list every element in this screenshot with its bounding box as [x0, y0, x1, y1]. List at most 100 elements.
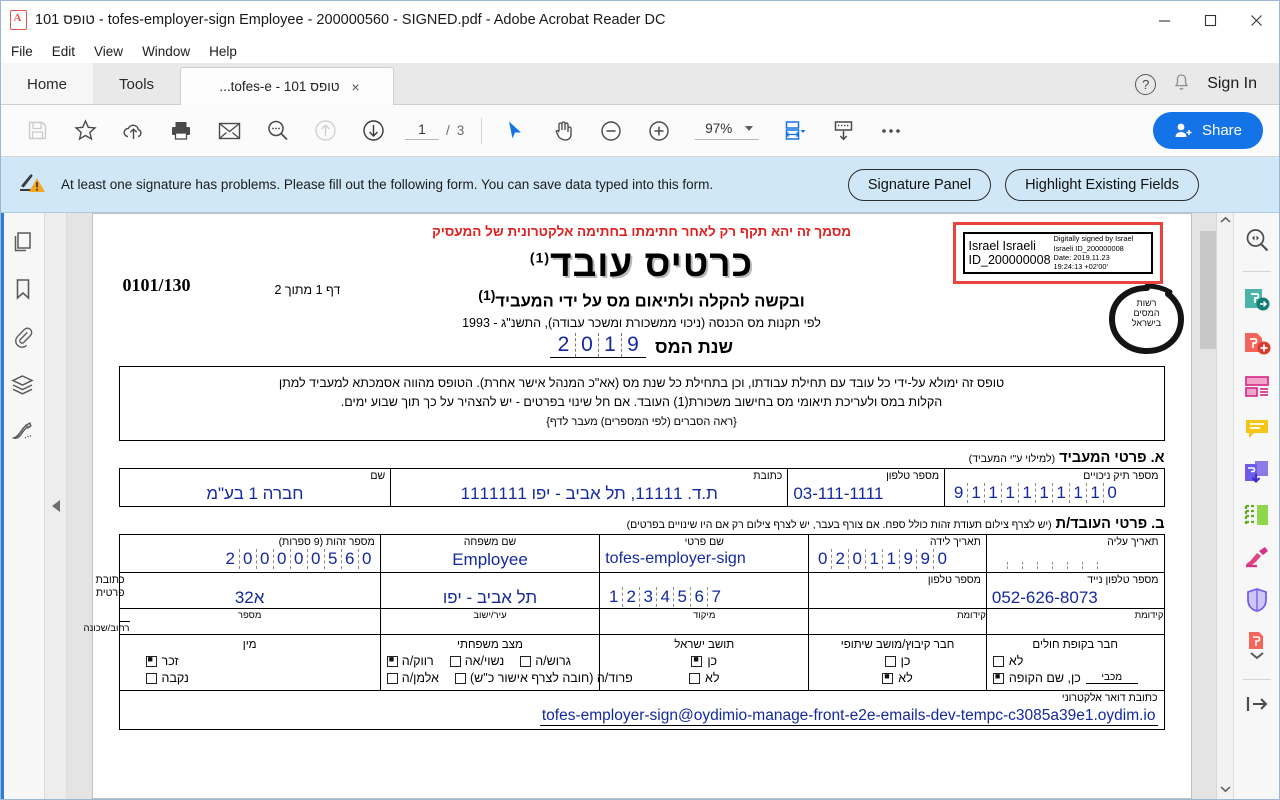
marital-checkbox-widowed[interactable] — [386, 672, 398, 684]
next-page-arrow-icon[interactable] — [351, 110, 395, 152]
organize-pages-icon[interactable] — [1243, 503, 1271, 530]
search-icon[interactable] — [255, 110, 299, 152]
menu-item-view[interactable]: View — [94, 44, 123, 59]
resident-checkbox-yes[interactable] — [691, 654, 703, 667]
marital-option-married[interactable]: נשוי/אה — [449, 654, 504, 668]
help-icon[interactable]: ? — [1135, 73, 1157, 95]
tab-home[interactable]: Home — [1, 63, 94, 105]
kibbutz-checkbox-no[interactable] — [882, 671, 894, 684]
digital-signature-stamp[interactable]: Israel Israeli ID_200000008 Digitally si… — [952, 222, 1163, 284]
pdf-scroll-area[interactable]: מסמך זה יהא תקף רק לאחר חתימתו בחתימה אל… — [67, 213, 1216, 799]
gender-checkbox-male[interactable] — [145, 654, 157, 667]
save-file-icon[interactable] — [15, 110, 59, 152]
scrollbar-thumb[interactable] — [1200, 231, 1216, 349]
employer-deduction-file-cell[interactable]: מספר תיק ניכויים 9 1 1 1 1 1 1 1 1 0 — [944, 468, 1165, 507]
menu-bar: File Edit View Window Help — [1, 39, 1279, 63]
page-thumbnails-icon[interactable] — [12, 231, 34, 256]
scroll-mode-icon[interactable] — [821, 110, 865, 152]
search-compare-icon[interactable] — [1244, 227, 1270, 256]
upload-to-cloud-icon[interactable] — [111, 110, 155, 152]
employee-firstname-cell[interactable]: שם פרטי tofes-employer-sign — [599, 533, 810, 573]
marital-checkbox-single[interactable] — [386, 654, 398, 667]
employee-house-number-cell[interactable]: א32 מספר — [118, 571, 381, 636]
employee-birth-date-cell[interactable]: תאריך לידה 0 2 0 1 1 9 9 0 — [808, 533, 987, 573]
notification-bell-icon[interactable] — [1173, 73, 1190, 95]
employee-zip-cell[interactable]: 1 2 3 4 5 6 7 מיקוד — [599, 571, 810, 636]
health-fund-name-value[interactable]: מכבי — [1085, 672, 1138, 685]
email-icon[interactable] — [207, 110, 251, 152]
share-button[interactable]: Share — [1152, 112, 1263, 149]
health-fund-cell[interactable]: חבר בקופת חולים לא מכבי כן, שם הקופה — [985, 634, 1165, 692]
employee-aliya-date-cell[interactable]: תאריך עליה — [985, 533, 1165, 573]
zoom-level-select[interactable]: 97% — [695, 121, 760, 140]
combine-files-icon[interactable] — [1243, 459, 1271, 488]
employee-lastname-cell[interactable]: שם משפחה Employee — [379, 533, 601, 573]
print-icon[interactable] — [159, 110, 203, 152]
fit-page-icon[interactable] — [773, 110, 817, 152]
menu-item-edit[interactable]: Edit — [52, 44, 75, 59]
kibbutz-cell[interactable]: חבר קיבוץ/מושב שיתופי כן לא — [808, 634, 987, 692]
health-fund-checkbox-yes[interactable] — [992, 671, 1004, 684]
employee-mobile-cell[interactable]: מספר טלפון נייד 052-626-8073 קידומת — [985, 571, 1165, 636]
attachments-paperclip-icon[interactable] — [12, 326, 34, 352]
marital-option-single[interactable]: רווק/ה — [386, 654, 434, 668]
more-options-icon[interactable] — [869, 110, 913, 152]
signatures-pen-icon[interactable] — [11, 420, 34, 445]
kibbutz-checkbox-yes[interactable] — [884, 655, 896, 667]
tax-year-input[interactable]: 2 0 1 9 — [550, 332, 647, 358]
menu-item-window[interactable]: Window — [142, 44, 190, 59]
cursor-select-icon[interactable] — [493, 110, 537, 152]
highlight-existing-fields-button[interactable]: Highlight Existing Fields — [1005, 168, 1199, 201]
employee-phone-cell[interactable]: מספר טלפון קידומת — [808, 571, 987, 636]
protect-icon[interactable] — [1245, 587, 1269, 616]
edit-pdf-icon[interactable] — [1243, 375, 1271, 402]
signature-panel-button[interactable]: Signature Panel — [847, 168, 992, 201]
tab-document[interactable]: ...tofes-e - 101 טופס × — [180, 67, 395, 105]
marital-checkbox-separated[interactable] — [454, 672, 466, 684]
previous-page-arrow-icon[interactable] — [303, 110, 347, 152]
marital-option-separated[interactable]: פרוד/ה (חובה לצרף אישור כ"ש) — [454, 671, 633, 685]
comment-icon[interactable] — [1243, 417, 1271, 444]
zoom-in-icon[interactable] — [637, 110, 681, 152]
bookmarks-icon[interactable] — [13, 278, 33, 304]
employee-id-cell[interactable]: מספר זהות (9 ספרות) 2 0 0 0 0 0 5 6 0 — [118, 533, 381, 573]
gender-checkbox-female[interactable] — [145, 672, 157, 684]
gender-cell[interactable]: מין זכר נקבה — [118, 634, 381, 692]
employee-city-cell[interactable]: תל אביב - יפו עיר/ישוב — [379, 571, 601, 636]
marital-checkbox-divorced[interactable] — [520, 655, 532, 667]
vertical-scrollbar[interactable] — [1216, 213, 1233, 799]
create-pdf-icon[interactable] — [1243, 331, 1271, 360]
marital-option-divorced[interactable]: גרוש/ה — [520, 654, 571, 668]
marital-checkbox-married[interactable] — [449, 655, 461, 667]
maximize-icon[interactable] — [1187, 1, 1233, 39]
close-icon[interactable]: × — [352, 79, 360, 95]
resident-checkbox-no[interactable] — [688, 672, 700, 684]
zoom-out-icon[interactable] — [589, 110, 633, 152]
close-icon[interactable] — [1233, 1, 1279, 39]
hand-pan-icon[interactable] — [541, 110, 585, 152]
scroll-down-arrow-icon[interactable] — [1219, 785, 1231, 796]
marital-status-cell[interactable]: מצב משפחתי גרוש/ה נשוי/אה רווק/ה ■ פרוד/… — [379, 634, 633, 692]
employee-email-cell[interactable]: כתובת דואר אלקטרוני tofes-employer-sign@… — [118, 690, 1165, 730]
employer-address-cell[interactable]: כתובת ת.ד. 11111, תל אביב - יפו 1111111 — [390, 468, 789, 507]
marital-option-widowed[interactable]: אלמן/ה — [386, 671, 439, 685]
employer-name-cell[interactable]: שם חברה 1 בע"מ — [118, 468, 392, 507]
expand-panel-icon[interactable] — [1244, 695, 1270, 716]
tab-tools[interactable]: Tools — [93, 63, 180, 105]
menu-item-file[interactable]: File — [11, 44, 33, 59]
page-number-input[interactable]: 1 — [405, 122, 439, 140]
scroll-up-arrow-icon[interactable] — [1219, 216, 1231, 227]
more-tools-icon[interactable] — [1244, 631, 1270, 664]
export-pdf-icon[interactable] — [1243, 287, 1271, 316]
chevron-down-icon[interactable] — [745, 126, 754, 131]
health-fund-checkbox-no[interactable] — [992, 655, 1004, 667]
collapse-panel-button[interactable] — [45, 213, 67, 799]
sign-in-button[interactable]: Sign In — [1207, 75, 1257, 93]
minimize-icon[interactable] — [1141, 1, 1187, 39]
fill-and-sign-icon[interactable] — [1243, 545, 1271, 572]
add-to-favorites-star-icon[interactable] — [63, 110, 107, 152]
layers-icon[interactable] — [11, 374, 34, 398]
employer-phone-cell[interactable]: מספר טלפון 03-111-1111 — [787, 468, 946, 507]
menu-item-help[interactable]: Help — [209, 44, 237, 59]
document-legal-line: לפי תקנות מס הכנסה (ניכוי ממשכורת ומשכר … — [462, 315, 821, 330]
